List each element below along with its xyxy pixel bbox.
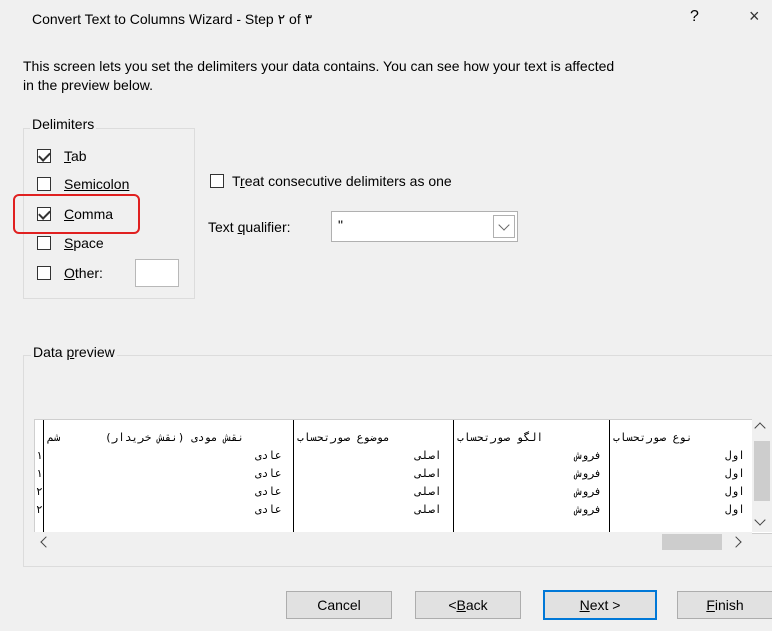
scroll-right-icon[interactable] [730, 536, 742, 548]
comma-highlight-annotation [13, 194, 140, 234]
preview-label-pre: Data [33, 344, 67, 360]
text-qualifier-dropdown-button[interactable] [493, 215, 515, 238]
space-checkbox[interactable]: Space [37, 235, 104, 251]
consecutive-checkbox-label: Treat consecutive delimiters as one [232, 173, 452, 189]
other-label-rest: ther: [74, 265, 103, 281]
finish-access-key: F [706, 597, 715, 613]
window-title: Convert Text to Columns Wizard - Step ٢ … [32, 11, 313, 27]
space-checkbox-box[interactable] [37, 236, 51, 250]
scroll-left-icon[interactable] [40, 536, 52, 548]
preview-cell: اصلی [415, 503, 442, 516]
finish-button[interactable]: Finish [677, 591, 772, 619]
column-separator[interactable] [43, 420, 44, 533]
space-access-key: S [64, 235, 74, 251]
cancel-button[interactable]: Cancel [286, 591, 392, 619]
consecutive-checkbox-box[interactable] [210, 174, 224, 188]
chevron-down-icon [498, 219, 510, 231]
semicolon-checkbox[interactable]: Semicolon [37, 176, 129, 192]
preview-cell: فروش [575, 449, 602, 462]
semicolon-label: Semicolon [64, 176, 130, 192]
preview-cell: فروش [575, 467, 602, 480]
close-button[interactable]: × [749, 6, 760, 27]
column-separator[interactable] [293, 420, 294, 533]
preview-cell: عادی [255, 467, 282, 480]
text-qualifier-select[interactable]: " [331, 211, 518, 242]
next-access-key: N [579, 597, 590, 613]
preview-header-cell: موضوع صورتحساب [297, 431, 390, 444]
preview-header-cell: شم [47, 431, 61, 444]
other-checkbox-box[interactable] [37, 266, 51, 280]
preview-cell: ۱ [36, 449, 43, 462]
preview-cell: عادی [255, 503, 282, 516]
space-label-rest: pace [73, 235, 104, 251]
preview-cell: ۲ [36, 485, 43, 498]
data-preview-label: Data preview [31, 344, 117, 360]
description-line-2: in the preview below. [23, 77, 153, 93]
preview-label-post: review [74, 344, 115, 360]
preview-cell: اصلی [415, 485, 442, 498]
data-preview-grid[interactable]: شم نقش مودی (نقش خریدار) موضوع صورتحساب … [34, 419, 772, 534]
preview-cell: فروش [575, 485, 602, 498]
semicolon-checkbox-label: Semicolon [64, 176, 129, 192]
preview-cell: عادی [255, 449, 282, 462]
back-label-pre: < [448, 597, 457, 613]
preview-cell: اول [725, 449, 745, 462]
column-separator[interactable] [609, 420, 610, 533]
preview-cell: اول [725, 485, 745, 498]
back-label-post: ack [465, 597, 488, 613]
preview-cell: اول [725, 503, 745, 516]
tab-checkbox-box[interactable] [37, 149, 51, 163]
preview-cell: فروش [575, 503, 602, 516]
preview-cell: اصلی [415, 467, 442, 480]
other-checkbox-label: Other: [64, 265, 103, 281]
semicolon-checkbox-box[interactable] [37, 177, 51, 191]
back-button[interactable]: < Back [415, 591, 521, 619]
qualifier-label-post: ualifier: [245, 219, 291, 235]
column-separator[interactable] [453, 420, 454, 533]
preview-header-cell: نقش مودی (نقش خریدار) [105, 431, 245, 444]
preview-header-cell: الگو صورتحساب [457, 431, 544, 444]
preview-cell: عادی [255, 485, 282, 498]
consecutive-checkbox[interactable]: Treat consecutive delimiters as one [210, 173, 452, 189]
description: This screen lets you set the delimiters … [23, 57, 772, 95]
back-access-key: B [456, 597, 466, 613]
preview-cell: اصلی [415, 449, 442, 462]
tab-label-rest: ab [71, 148, 87, 164]
next-label-post: ext > [589, 597, 621, 613]
text-qualifier-value: " [338, 217, 343, 233]
other-access-key: O [64, 265, 75, 281]
consecutive-label-pre: T [232, 173, 241, 189]
scroll-up-icon[interactable] [754, 422, 766, 434]
consecutive-label-post: eat consecutive delimiters as one [244, 173, 452, 189]
preview-header-cell: نوع صورتحساب [613, 431, 693, 444]
preview-cell: اول [725, 467, 745, 480]
next-button[interactable]: Next > [543, 590, 657, 620]
vertical-scroll-thumb[interactable] [754, 441, 770, 501]
other-checkbox[interactable]: Other: [37, 265, 103, 281]
preview-vertical-scrollbar[interactable] [752, 419, 772, 532]
description-line-1: This screen lets you set the delimiters … [23, 58, 615, 74]
tab-access-key: T [64, 148, 71, 164]
space-checkbox-label: Space [64, 235, 104, 251]
preview-cell: ۱ [36, 467, 43, 480]
help-button[interactable]: ? [690, 8, 699, 26]
other-input[interactable] [135, 259, 179, 287]
delimiters-group-label: Delimiters [30, 116, 97, 132]
preview-horizontal-scrollbar[interactable] [34, 532, 752, 552]
preview-cell: ۲ [36, 503, 43, 516]
tab-checkbox[interactable]: Tab [37, 148, 87, 164]
qualifier-label-pre: Text [208, 219, 238, 235]
finish-label-post: inish [714, 597, 744, 613]
scroll-down-icon[interactable] [754, 514, 766, 526]
tab-checkbox-label: Tab [64, 148, 87, 164]
horizontal-scroll-thumb[interactable] [662, 534, 722, 550]
text-qualifier-label: Text qualifier: [208, 219, 291, 235]
